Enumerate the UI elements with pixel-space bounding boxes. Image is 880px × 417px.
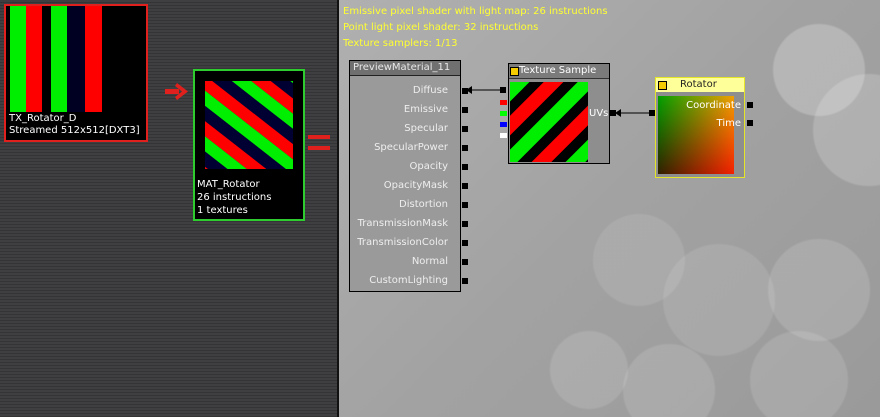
- rotator-title: Rotator: [656, 78, 744, 92]
- pin-label-opacity-mask: OpacityMask: [383, 180, 448, 191]
- pin-connector-specular-power[interactable]: [462, 145, 468, 151]
- rotator-pin-connector-coordinate[interactable]: [747, 102, 753, 108]
- pin-connector-diffuse[interactable]: [462, 88, 468, 94]
- texture-preview: [6, 6, 146, 112]
- rotator-output-pin[interactable]: [649, 110, 655, 116]
- output-pin-rgb[interactable]: [500, 87, 506, 93]
- pin-label-custom-lighting: CustomLighting: [369, 275, 448, 286]
- texture-sample-toggle-icon[interactable]: [510, 67, 519, 76]
- uvs-pin-label: UVs: [589, 108, 609, 119]
- equals-sign-top: [308, 135, 330, 139]
- rotator-pin-connector-time[interactable]: [747, 120, 753, 126]
- pin-label-diffuse: Diffuse: [412, 85, 448, 96]
- material-textures: 1 textures: [197, 205, 248, 216]
- output-pin-alpha[interactable]: [500, 133, 507, 138]
- texture-thumbnail-card[interactable]: TX_Rotator_D Streamed 512x512[DXT3]: [4, 4, 148, 142]
- rotator-node[interactable]: Rotator Coordinate Time: [655, 77, 745, 178]
- pin-connector-transmission-color[interactable]: [462, 240, 468, 246]
- output-pin-red[interactable]: [500, 100, 507, 105]
- equals-sign-bottom: [308, 146, 330, 150]
- arrow-right-icon: [165, 83, 188, 100]
- pin-connector-emissive[interactable]: [462, 107, 468, 113]
- pin-connector-opacity-mask[interactable]: [462, 183, 468, 189]
- texture-sample-preview: [510, 82, 588, 162]
- rotator-toggle-icon[interactable]: [658, 81, 667, 90]
- pin-connector-specular[interactable]: [462, 126, 468, 132]
- content-browser-panel: TX_Rotator_D Streamed 512x512[DXT3] MAT_…: [0, 0, 337, 417]
- uvs-pin-connector[interactable]: [610, 110, 616, 116]
- pin-label-transmission-color: TransmissionColor: [357, 237, 448, 248]
- pin-connector-distortion[interactable]: [462, 202, 468, 208]
- preview-material-title: PreviewMaterial_11: [350, 61, 460, 76]
- texture-sample-node[interactable]: Texture Sample UVs: [508, 63, 610, 164]
- pin-label-transmission-mask: TransmissionMask: [357, 218, 448, 229]
- pin-label-distortion: Distortion: [399, 199, 448, 210]
- material-preview: [205, 81, 293, 169]
- material-name: MAT_Rotator: [197, 179, 260, 190]
- stats-emissive-shader: Emissive pixel shader with light map: 26…: [343, 6, 608, 17]
- pin-label-normal: Normal: [411, 256, 448, 267]
- stats-point-light-shader: Point light pixel shader: 32 instruction…: [343, 22, 539, 33]
- pin-label-specular-power: SpecularPower: [374, 142, 448, 153]
- pin-connector-opacity[interactable]: [462, 164, 468, 170]
- pin-connector-custom-lighting[interactable]: [462, 278, 468, 284]
- rotator-pin-label-coordinate: Coordinate: [686, 100, 741, 111]
- rotator-pin-label-time: Time: [716, 118, 741, 129]
- output-pin-green[interactable]: [500, 111, 507, 116]
- pin-connector-normal[interactable]: [462, 259, 468, 265]
- texture-info: Streamed 512x512[DXT3]: [9, 125, 140, 136]
- material-instructions: 26 instructions: [197, 192, 272, 203]
- stats-texture-samplers: Texture samplers: 1/13: [343, 38, 458, 49]
- pin-connector-transmission-mask[interactable]: [462, 221, 468, 227]
- texture-name: TX_Rotator_D: [9, 113, 77, 124]
- pin-label-emissive: Emissive: [403, 104, 448, 115]
- pin-label-opacity: Opacity: [409, 161, 448, 172]
- material-thumbnail-card[interactable]: MAT_Rotator 26 instructions 1 textures: [193, 69, 305, 221]
- preview-material-node[interactable]: PreviewMaterial_11 Diffuse Emissive Spec…: [349, 60, 468, 292]
- pin-label-specular: Specular: [404, 123, 448, 134]
- output-pin-blue[interactable]: [500, 122, 507, 127]
- texture-sample-title: Texture Sample: [509, 64, 609, 79]
